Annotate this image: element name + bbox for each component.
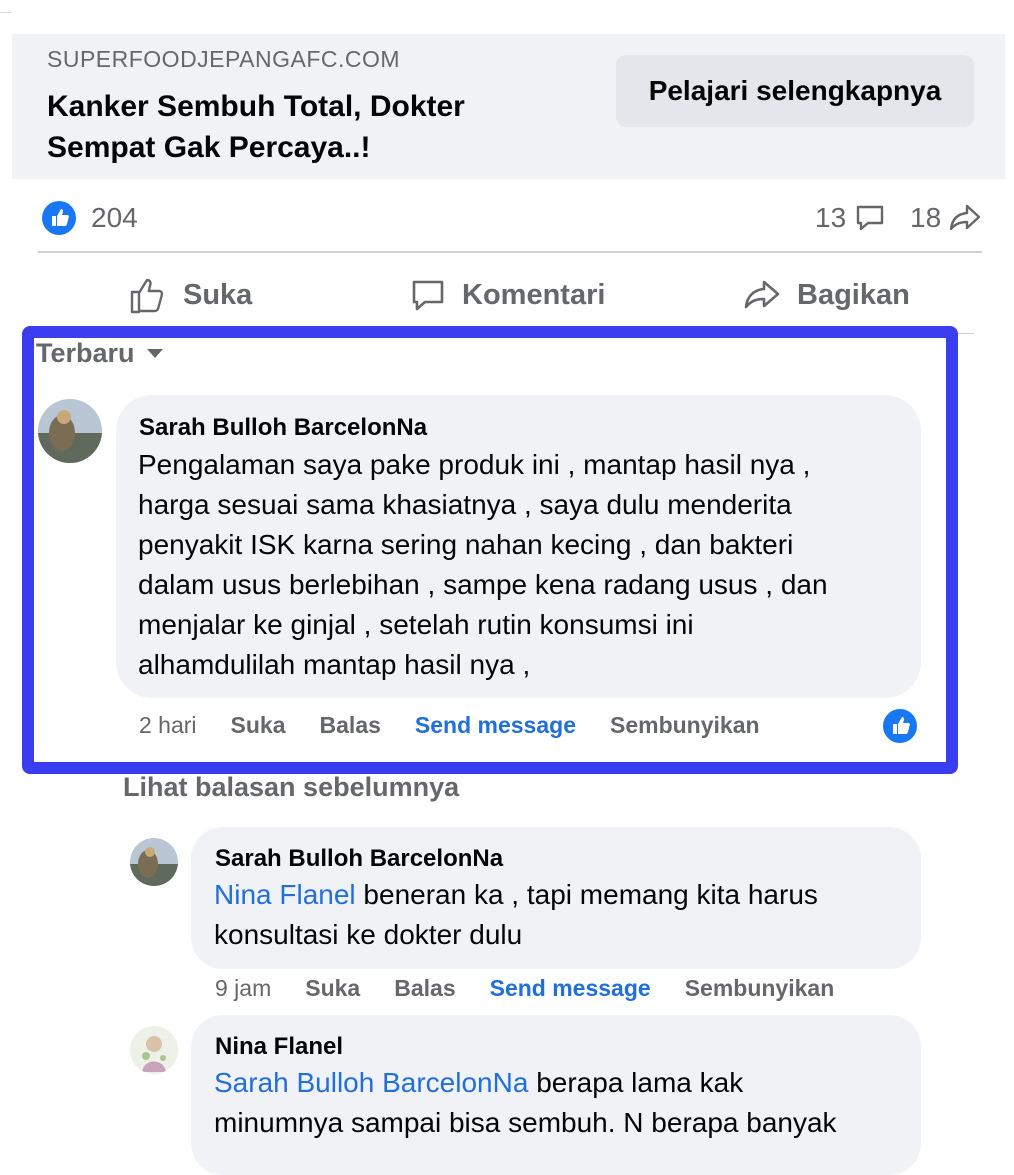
send-message-link[interactable]: Send message <box>490 975 651 1002</box>
reply-reply-link[interactable]: Balas <box>394 975 455 1002</box>
ad-domain: SUPERFOODJEPANGAFC.COM <box>47 46 401 72</box>
reply-meta: 9 jam Suka Balas Send message Sembunyika… <box>215 975 868 1002</box>
reply-line: minumnya sampai bisa sembuh. N berapa ba… <box>214 1107 837 1138</box>
hide-comment-link[interactable]: Sembunyikan <box>610 712 760 739</box>
comment-icon <box>412 280 444 311</box>
like-reaction-icon[interactable] <box>42 201 76 235</box>
comment-time[interactable]: 2 hari <box>139 712 197 739</box>
like-button[interactable]: Suka <box>129 275 252 315</box>
caret-down-icon <box>146 349 163 358</box>
comment-count-icon <box>854 201 886 238</box>
comment-line: Pengalaman saya pake produk ini , mantap… <box>138 449 811 480</box>
view-previous-replies-link[interactable]: Lihat balasan sebelumnya <box>123 772 459 803</box>
reply-line-text: beneran ka , tapi memang kita harus <box>355 879 818 910</box>
comment-line: harga sesuai sama khasiatnya , saya dulu… <box>138 489 792 520</box>
like-button-label: Suka <box>183 278 253 311</box>
reply-line-text: berapa lama kak <box>528 1067 744 1098</box>
reply-author[interactable]: Sarah Bulloh BarcelonNa <box>215 845 503 873</box>
send-message-link[interactable]: Send message <box>415 712 576 739</box>
reply-line: Sarah Bulloh BarcelonNa berapa lama kak <box>214 1063 837 1103</box>
avatar[interactable] <box>130 1026 178 1074</box>
like-count[interactable]: 204 <box>91 201 138 235</box>
comment-meta: 2 hari Suka Balas Send message Sembunyik… <box>139 712 794 739</box>
share-count-icon <box>948 201 982 238</box>
mention-link[interactable]: Nina Flanel <box>214 879 356 910</box>
comment-line: dalam usus berlebihan , sampe kena radan… <box>138 569 828 600</box>
reply-line: Nina Flanel beneran ka , tapi memang kit… <box>214 875 818 915</box>
share-count[interactable]: 18 <box>910 201 941 235</box>
comment-button-label: Komentari <box>462 278 606 311</box>
comment-button[interactable]: Komentari <box>410 275 605 315</box>
share-button-label: Bagikan <box>797 278 910 311</box>
ad-title[interactable]: Kanker Sembuh Total, Dokter Sempat Gak P… <box>47 86 567 168</box>
post-action-bar: Suka Komentari Bagikan <box>12 253 1005 333</box>
ad-link-preview[interactable]: SUPERFOODJEPANGAFC.COM Kanker Sembuh Tot… <box>12 34 1005 179</box>
reply-author[interactable]: Nina Flanel <box>215 1033 343 1061</box>
reply-text: Sarah Bulloh BarcelonNa berapa lama kak … <box>214 1063 837 1143</box>
avatar[interactable] <box>38 399 102 463</box>
comment-like-reaction-icon[interactable] <box>881 707 919 745</box>
mention-link[interactable]: Sarah Bulloh BarcelonNa <box>214 1067 528 1098</box>
sort-label: Terbaru <box>36 338 135 368</box>
comment-line: menjalar ke ginjal , setelah rutin konsu… <box>138 609 694 640</box>
comment-sort-dropdown[interactable]: Terbaru <box>36 338 163 369</box>
reply-like-link[interactable]: Suka <box>305 975 360 1002</box>
comment-line: alhamdulilah mantap hasil nya , <box>138 649 531 680</box>
share-icon <box>744 280 780 309</box>
comment-count[interactable]: 13 <box>815 201 846 235</box>
comment-text: Pengalaman saya pake produk ini , mantap… <box>138 445 828 685</box>
reply-text: Nina Flanel beneran ka , tapi memang kit… <box>214 875 818 955</box>
comment-line: penyakit ISK karna sering nahan kecing ,… <box>138 529 794 560</box>
learn-more-button[interactable]: Pelajari selengkapnya <box>616 55 974 127</box>
thumbs-up-icon <box>130 278 164 314</box>
reaction-stats-bar: 204 13 18 <box>12 179 1005 251</box>
reply-time[interactable]: 9 jam <box>215 975 271 1002</box>
comment-reply-link[interactable]: Balas <box>320 712 381 739</box>
hide-reply-link[interactable]: Sembunyikan <box>685 975 835 1002</box>
comment-author[interactable]: Sarah Bulloh BarcelonNa <box>139 414 427 442</box>
avatar[interactable] <box>130 838 178 886</box>
comment-like-link[interactable]: Suka <box>231 712 286 739</box>
reply-line: konsultasi ke dokter dulu <box>214 919 523 950</box>
share-button[interactable]: Bagikan <box>743 275 910 315</box>
